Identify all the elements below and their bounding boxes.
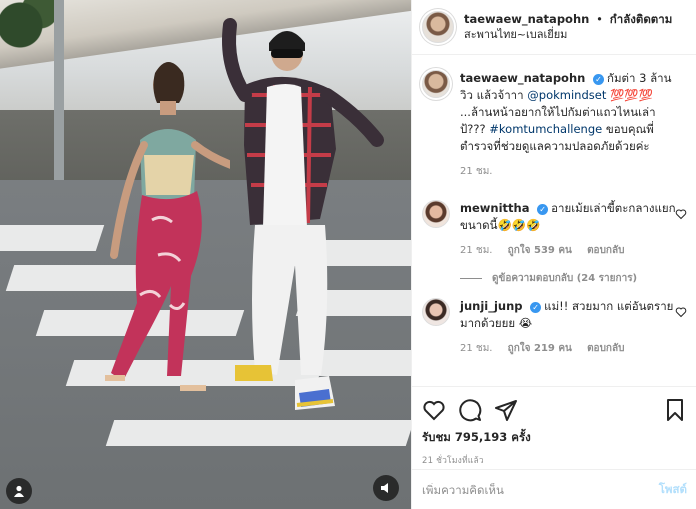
comment-icon[interactable] (458, 398, 482, 422)
speaker-icon (381, 483, 388, 493)
caption: taewaew_natapohn ✓ กัมต่า 3 ล้านวิว แล้วจ… (422, 70, 687, 180)
comment-like-heart-icon[interactable] (675, 208, 687, 220)
post-sidebar: taewaew_natapohn • กำลังติดตาม สะพานไทย~… (411, 0, 696, 509)
action-icons (422, 395, 687, 425)
dancer-woman (105, 62, 230, 391)
verified-badge-icon: ✓ (537, 204, 549, 215)
bookmark-icon[interactable] (663, 398, 687, 422)
dancer-man (222, 18, 384, 410)
share-icon[interactable] (494, 398, 518, 422)
comment-time[interactable]: 21 ชม. (460, 343, 492, 354)
reply-button[interactable]: ตอบกลับ (587, 343, 624, 354)
comment-body: mewnittha ✓ อายเม้ยเล่าขี้ตะกลางแยกขนาดนี… (460, 200, 680, 259)
add-comment-bar: โพสต์ (412, 469, 696, 509)
hashtag-link[interactable]: #komtumchallenge (489, 122, 602, 136)
post-header: taewaew_natapohn • กำลังติดตาม สะพานไทย~… (412, 0, 696, 55)
verified-badge-icon: ✓ (530, 302, 542, 313)
comment-item: junji_junp ✓ แม่!! สวยมาก แต่อันตรายมากด้… (422, 298, 687, 357)
verified-badge-icon: ✓ (592, 74, 604, 85)
user-icon (14, 485, 24, 497)
video-background-pole (54, 0, 64, 180)
crosswalk-stripe (105, 420, 411, 446)
comment-item: mewnittha ✓ อายเม้ยเล่าขี้ตะกลางแยกขนาดนี… (422, 200, 687, 259)
comment-meta: 21 ชม. ถูกใจ 219 คน ตอบกลับ (460, 340, 680, 357)
crosswalk-stripe (0, 225, 105, 251)
author-username[interactable]: taewaew_natapohn (464, 12, 589, 26)
posted-time[interactable]: 21 ชั่วโมงที่แล้ว (422, 453, 687, 467)
commenter-avatar[interactable] (422, 298, 450, 326)
tagged-users-button[interactable] (6, 478, 32, 504)
caption-time[interactable]: 21 ชม. (460, 166, 492, 177)
view-replies-label: ดูข้อความตอบกลับ (24 รายการ) (492, 273, 638, 284)
comment-body: junji_junp ✓ แม่!! สวยมาก แต่อันตรายมากด้… (460, 298, 680, 357)
video-player[interactable] (0, 0, 411, 509)
comment-like-heart-icon[interactable] (675, 306, 687, 318)
caption-meta: 21 ชม. (460, 163, 680, 180)
post-comment-button[interactable]: โพสต์ (659, 481, 687, 499)
following-button[interactable]: กำลังติดตาม (610, 12, 673, 26)
header-text: taewaew_natapohn • กำลังติดตาม สะพานไทย~… (464, 11, 672, 43)
caption-body: taewaew_natapohn ✓ กัมต่า 3 ล้านวิว แล้วจ… (460, 70, 680, 180)
video-background-trees (0, 0, 60, 70)
views-count[interactable]: รับชม 795,193 ครั้ง (422, 429, 687, 447)
caption-avatar[interactable] (422, 70, 450, 98)
mute-toggle-button[interactable] (373, 475, 399, 501)
comment-meta: 21 ชม. ถูกใจ 539 คน ตอบกลับ (460, 242, 680, 259)
comment-likes[interactable]: ถูกใจ 219 คน (508, 343, 572, 354)
mention-link[interactable]: @pokmindset (527, 88, 606, 102)
heart-icon[interactable] (422, 398, 446, 422)
comment-time[interactable]: 21 ชม. (460, 245, 492, 256)
location-link[interactable]: สะพานไทย~เบลเยี่ยม (464, 27, 672, 43)
view-replies-line (460, 278, 482, 279)
comments-list[interactable]: taewaew_natapohn ✓ กัมต่า 3 ล้านวิว แล้วจ… (412, 56, 696, 386)
reply-button[interactable]: ตอบกลับ (587, 245, 624, 256)
view-replies-button[interactable]: ดูข้อความตอบกลับ (24 รายการ) (460, 271, 687, 286)
comment-input[interactable] (422, 482, 659, 497)
commenter-username[interactable]: junji_junp (460, 299, 523, 313)
caption-username[interactable]: taewaew_natapohn (460, 71, 585, 85)
commenter-avatar[interactable] (422, 200, 450, 228)
post-actions: รับชม 795,193 ครั้ง 21 ชั่วโมงที่แล้ว (412, 386, 696, 467)
commenter-username[interactable]: mewnittha (460, 201, 529, 215)
comment-likes[interactable]: ถูกใจ 539 คน (508, 245, 572, 256)
author-avatar[interactable] (422, 11, 454, 43)
separator-dot: • (596, 12, 603, 26)
